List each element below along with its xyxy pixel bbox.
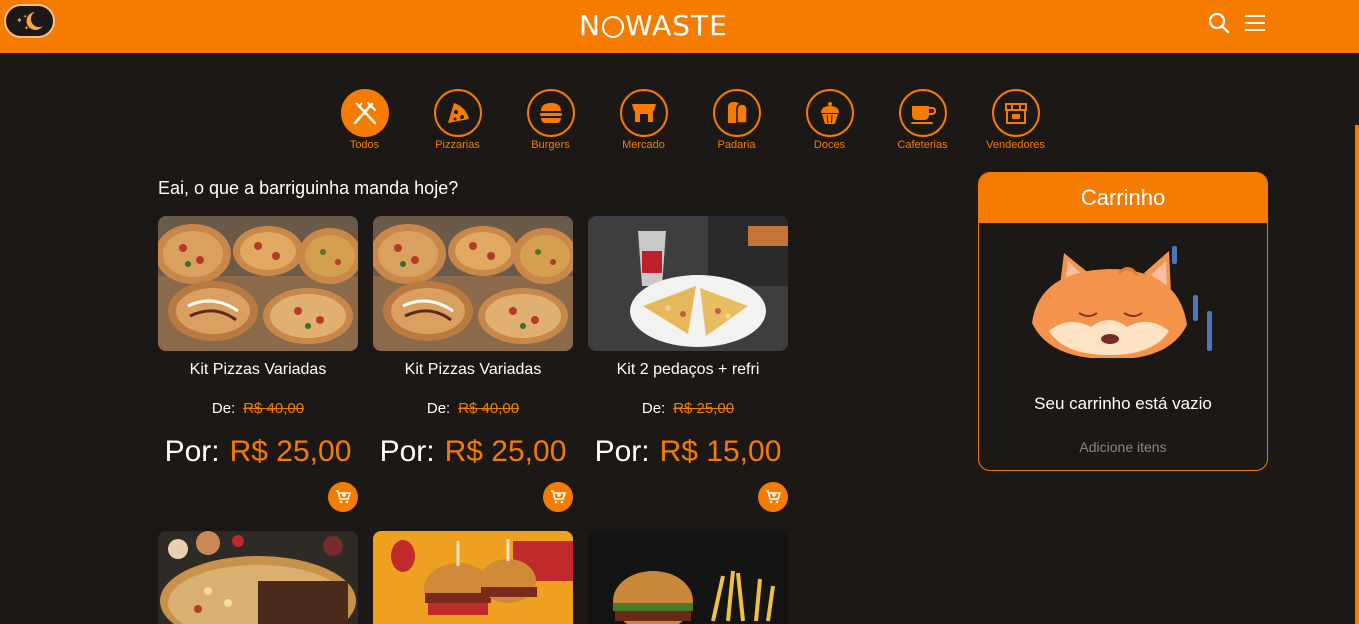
cart-hint: Adicione itens — [1079, 439, 1167, 455]
cart-plus-icon — [766, 490, 781, 504]
category-label: Vendedores — [986, 139, 1045, 151]
category-burgers-circle — [526, 89, 575, 137]
by-label: Por: — [164, 435, 220, 468]
hamburger-menu-icon[interactable] — [1243, 11, 1267, 35]
product-title: Kit 2 pedaços + refri — [616, 361, 760, 378]
category-mercado[interactable]: Mercado — [597, 89, 690, 151]
original-price: R$ 40,00 — [243, 400, 305, 417]
product-title: Kit Pizzas Variadas — [189, 361, 327, 378]
category-cafeterias[interactable]: Cafeterias — [876, 89, 969, 151]
cart-plus-icon — [336, 490, 351, 504]
product-card[interactable]: Kit 2 pedaços + refri De: R$ 25,00 Por: R$… — [588, 216, 788, 512]
product-image-burgers[interactable] — [373, 531, 573, 624]
category-padaria[interactable]: Padaria — [690, 89, 783, 151]
svg-text:✦: ✦ — [23, 14, 27, 20]
cart-panel: Carrinho Seu carrinho está vazio Adicion… — [978, 172, 1268, 471]
category-todos-circle — [340, 89, 389, 137]
category-label: Padaria — [717, 139, 756, 151]
from-label: De: — [641, 400, 666, 417]
original-price: R$ 25,00 — [673, 400, 735, 417]
category-vendedores-circle — [991, 89, 1040, 137]
by-label: Por: — [594, 435, 650, 468]
add-to-cart-button[interactable] — [543, 482, 573, 512]
sale-price: R$ 15,00 — [659, 435, 782, 468]
by-label: Por: — [379, 435, 435, 468]
coffee-cup-icon — [910, 106, 936, 124]
page-scrollbar[interactable] — [1355, 125, 1359, 624]
category-padaria-circle — [712, 89, 761, 137]
category-doces[interactable]: Doces — [783, 89, 876, 151]
brand-logo[interactable]: N WASTE — [579, 9, 728, 43]
product-image-burger-fries[interactable] — [588, 531, 788, 624]
category-doces-circle — [805, 89, 854, 137]
product-image-pizza-slices-soda[interactable] — [588, 216, 788, 351]
product-image-pizzas[interactable] — [158, 216, 358, 351]
store-icon — [631, 104, 656, 122]
burger-icon — [539, 103, 562, 123]
cart-plus-icon — [551, 490, 566, 504]
vendor-shop-icon — [1004, 103, 1027, 124]
logo-text-start: N — [579, 9, 601, 42]
cart-title: Carrinho — [979, 173, 1267, 223]
sale-price-row: Por: R$ 25,00 — [373, 435, 573, 469]
cart-empty-message: Seu carrinho está vazio — [1034, 394, 1212, 413]
category-label: Mercado — [622, 139, 665, 151]
category-label: Cafeterias — [897, 139, 948, 151]
logo-text-end: WASTE — [624, 9, 728, 42]
sale-price: R$ 25,00 — [444, 435, 567, 468]
logo-orange-icon — [601, 16, 624, 38]
fork-knife-icon — [353, 102, 376, 125]
category-pizzarias-circle — [433, 89, 482, 137]
original-price-row: De: R$ 25,00 — [588, 400, 788, 417]
product-image-pizzas[interactable] — [373, 216, 573, 351]
add-to-cart-button[interactable] — [328, 482, 358, 512]
category-label: Todos — [349, 139, 380, 151]
category-nav: Todos Pizzarias Burgers Mercado Padaria … — [318, 89, 1062, 151]
theme-toggle[interactable]: ✦ ✦ ✦ — [4, 4, 55, 38]
from-label: De: — [211, 400, 236, 417]
original-price-row: De: R$ 40,00 — [158, 400, 358, 417]
pizza-icon — [447, 103, 469, 123]
greeting-heading: Eai, o que a barriguinha manda hoje? — [158, 178, 459, 198]
product-card[interactable]: Kit Pizzas Variadas De: R$ 40,00 Por: R$ 2… — [158, 216, 358, 512]
category-label: Pizzarias — [435, 139, 480, 151]
sale-price: R$ 25,00 — [229, 435, 352, 468]
svg-text:✦: ✦ — [16, 16, 23, 25]
category-label: Doces — [813, 139, 846, 151]
category-mercado-circle — [619, 89, 668, 137]
search-icon[interactable] — [1207, 11, 1231, 35]
top-header: ✦ ✦ ✦ N WASTE — [0, 0, 1359, 53]
product-title: Kit Pizzas Variadas — [404, 361, 542, 378]
category-todos[interactable]: Todos — [318, 89, 411, 151]
add-to-cart-button[interactable] — [758, 482, 788, 512]
category-burgers[interactable]: Burgers — [504, 89, 597, 151]
category-vendedores[interactable]: Vendedores — [969, 89, 1062, 151]
sale-price-row: Por: R$ 25,00 — [158, 435, 358, 469]
category-pizzarias[interactable]: Pizzarias — [411, 89, 504, 151]
svg-text:✦: ✦ — [24, 25, 29, 32]
original-price-row: De: R$ 40,00 — [373, 400, 573, 417]
category-label: Burgers — [531, 139, 570, 151]
product-card[interactable]: Kit Pizzas Variadas De: R$ 40,00 Por: R$ 2… — [373, 216, 573, 512]
category-cafeterias-circle — [898, 89, 947, 137]
bread-icon — [727, 102, 748, 124]
cupcake-icon — [820, 102, 839, 124]
sale-price-row: Por: R$ 15,00 — [588, 435, 788, 469]
moon-stars-icon: ✦ ✦ ✦ — [16, 12, 43, 32]
sad-fox-icon — [1032, 246, 1212, 358]
original-price: R$ 40,00 — [458, 400, 520, 417]
from-label: De: — [426, 400, 451, 417]
product-image-large-pizza[interactable] — [158, 531, 358, 624]
